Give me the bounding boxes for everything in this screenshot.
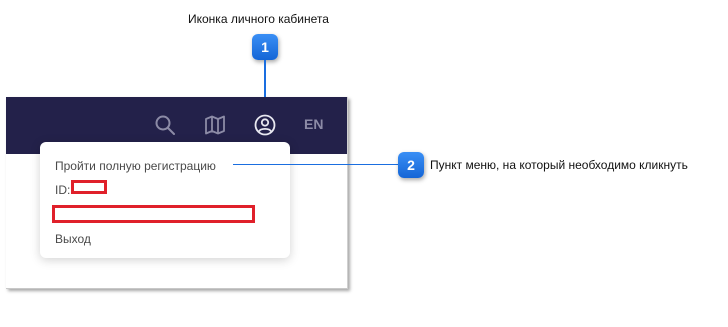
user-account-icon[interactable] xyxy=(253,113,277,137)
callout-1-caption: Иконка личного кабинета xyxy=(188,12,329,26)
menu-item-full-registration[interactable]: Пройти полную регистрацию xyxy=(55,159,216,173)
callout-2-caption: Пункт меню, на который необходимо кликну… xyxy=(430,158,688,172)
menu-item-id: ID: xyxy=(55,183,70,197)
language-switch[interactable]: EN xyxy=(304,116,323,132)
menu-item-logout[interactable]: Выход xyxy=(55,232,91,246)
map-icon[interactable] xyxy=(203,113,227,137)
search-icon[interactable] xyxy=(153,113,177,137)
account-dropdown-menu: Пройти полную регистрацию ID: Выход xyxy=(40,142,290,258)
id-label: ID: xyxy=(55,183,71,197)
screenshot-excerpt: EN Пройти полную регистрацию ID: Выход xyxy=(6,97,348,289)
redacted-field xyxy=(52,205,255,223)
callout-2-badge: 2 xyxy=(398,152,424,178)
redacted-id-value xyxy=(71,180,107,194)
callout-2-leader-line xyxy=(233,164,399,165)
callout-1-badge: 1 xyxy=(252,34,278,60)
